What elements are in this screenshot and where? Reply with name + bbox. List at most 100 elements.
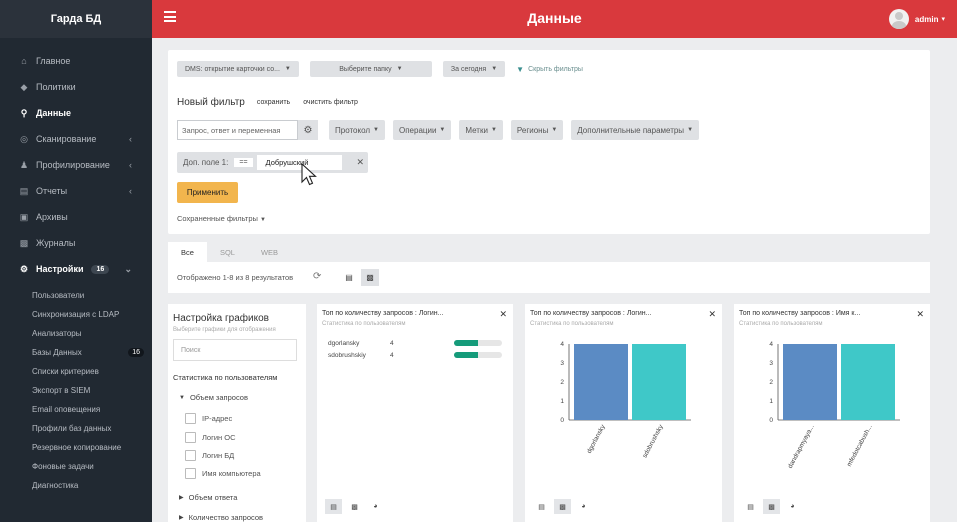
table-row: dgorlansky 4 — [328, 337, 502, 349]
x-tick-label: sdobrushsky — [641, 423, 665, 459]
operations-dropdown[interactable]: Операции ▼ — [392, 120, 452, 140]
sidebar-item-policies[interactable]: ◆ Политики — [0, 74, 152, 100]
user-cell: sdobrushskiy — [328, 351, 366, 359]
period-select[interactable]: За сегодня ▼ — [442, 61, 506, 77]
checkbox-db-login[interactable]: Логин БД — [185, 450, 234, 461]
submenu-item-siem[interactable]: Экспорт в SIEM — [0, 381, 152, 400]
submenu-item-diagnostics[interactable]: Диагностика — [0, 476, 152, 495]
chart-settings-panel: Настройка графиков Выберите графики для … — [168, 304, 306, 522]
gear-icon[interactable]: ⚙ — [298, 120, 318, 140]
checkbox-box[interactable] — [185, 468, 196, 479]
sidebar-item-home[interactable]: ⌂ Главное — [0, 48, 152, 74]
card-select[interactable]: DMS: открытие карточки со... ▼ — [177, 61, 299, 77]
operator-select[interactable]: == — [234, 158, 253, 167]
table-view-icon[interactable]: ▤ — [533, 499, 550, 514]
close-icon[interactable]: ✕ — [499, 309, 507, 320]
settings-submenu: Пользователи Синхронизация с LDAP Анализ… — [0, 286, 152, 495]
progress-bar — [454, 340, 502, 346]
checkbox-box[interactable] — [185, 450, 196, 461]
count-cell: 4 — [390, 339, 394, 347]
tree-item-request-count[interactable]: ▶ Количество запросов — [179, 513, 263, 522]
filter-panel: DMS: открытие карточки со... ▼ Выберите п… — [168, 50, 930, 234]
bar-chart-icon[interactable]: ▩ — [763, 499, 780, 514]
pie-chart-icon[interactable]: ◕ — [575, 499, 592, 514]
submenu-item-email[interactable]: Email оповещения — [0, 400, 152, 419]
card-view-switch: ▤ ▩ ◕ — [533, 499, 596, 514]
submenu-item-analyzers[interactable]: Анализаторы — [0, 324, 152, 343]
archive-icon: ▣ — [19, 211, 29, 222]
caret-right-icon: ▶ — [179, 495, 184, 501]
chart-card: Топ по количеству запросов : Имя к... Ст… — [734, 304, 930, 522]
protocol-dropdown[interactable]: Протокол ▼ — [329, 120, 385, 140]
progress-fill — [454, 352, 478, 358]
saved-filters-dropdown[interactable]: Сохраненные фильтры ▼ — [177, 214, 266, 223]
saved-filters-label: Сохраненные фильтры — [177, 214, 258, 223]
home-icon: ⌂ — [21, 56, 27, 66]
sidebar-item-data[interactable]: ⚲ Данные — [0, 100, 152, 126]
checkbox-ip[interactable]: IP-адрес — [185, 413, 232, 424]
submenu-item-backup[interactable]: Резервное копирование — [0, 438, 152, 457]
checkbox-label: Логин БД — [202, 451, 235, 460]
brand-logo[interactable]: Гарда БД — [0, 0, 152, 38]
submenu-item-db-profiles[interactable]: Профили баз данных — [0, 419, 152, 438]
tab-sql[interactable]: SQL — [207, 242, 248, 262]
chevron-left-icon: ‹ — [129, 186, 132, 196]
sidebar-item-label: Настройки — [36, 264, 84, 274]
checkbox-computer-name[interactable]: Имя компьютера — [185, 468, 261, 479]
target-icon: ◎ — [20, 133, 28, 144]
sidebar-item-archives[interactable]: ▣ Архивы — [0, 204, 152, 230]
regions-dropdown[interactable]: Регионы ▼ — [510, 120, 564, 140]
pie-chart-icon[interactable]: ◕ — [367, 499, 384, 514]
tab-web[interactable]: WEB — [248, 242, 291, 262]
clear-filter-link[interactable]: очистить фильтр — [303, 99, 358, 106]
submenu-item-users[interactable]: Пользователи — [0, 286, 152, 305]
x-tick-label: dgorlansky — [586, 423, 607, 455]
topbar: Данные admin ▾ — [152, 0, 957, 38]
bar-chart-icon[interactable]: ▩ — [554, 499, 571, 514]
sidebar-item-reports[interactable]: ▤ Отчеты ‹ — [0, 178, 152, 204]
x-tick-label: dandrapmyaya... — [787, 423, 816, 469]
tags-dropdown[interactable]: Метки ▼ — [459, 120, 503, 140]
close-icon[interactable]: ✕ — [708, 309, 716, 320]
user-menu[interactable]: admin ▾ — [888, 9, 945, 29]
sidebar-item-scanning[interactable]: ◎ Сканирование ‹ — [0, 126, 152, 152]
submenu-item-criteria[interactable]: Списки критериев — [0, 362, 152, 381]
apply-button[interactable]: Применить — [177, 182, 238, 203]
sidebar-item-profiling[interactable]: ♟ Профилирование ‹ — [0, 152, 152, 178]
sidebar-item-journals[interactable]: ▩ Журналы — [0, 230, 152, 256]
checkbox-box[interactable] — [185, 432, 196, 443]
folder-select[interactable]: Выберите папку ▼ — [309, 61, 432, 77]
count-cell: 4 — [390, 351, 394, 359]
close-icon[interactable]: ✕ — [356, 157, 364, 168]
chart-icon: ▤ — [19, 185, 29, 196]
table-view-icon[interactable]: ▤ — [340, 269, 358, 286]
checkbox-box[interactable] — [185, 413, 196, 424]
sidebar-item-settings[interactable]: ⚙ Настройки 16 ⌄ — [0, 256, 152, 282]
table-view-icon[interactable]: ▤ — [742, 499, 759, 514]
table-view-icon[interactable]: ▤ — [325, 499, 342, 514]
x-tick-label: mfedotcabush... — [846, 423, 874, 467]
tree-item-response-volume[interactable]: ▶ Объем ответа — [179, 493, 237, 502]
checkbox-os-login[interactable]: Логин ОС — [185, 432, 236, 443]
submenu-item-databases[interactable]: Базы Данных 16 — [0, 343, 152, 362]
save-filter-link[interactable]: сохранить — [257, 99, 290, 106]
bar — [574, 344, 628, 420]
close-icon[interactable]: ✕ — [916, 309, 924, 320]
submenu-item-background-tasks[interactable]: Фоновые задачи — [0, 457, 152, 476]
hide-filters-link[interactable]: ▼ Скрыть фильтры — [516, 65, 583, 74]
tab-all[interactable]: Все — [168, 242, 207, 262]
refresh-icon[interactable]: ⟳ — [313, 271, 321, 282]
tree-item-request-volume[interactable]: ▼ Объем запросов — [179, 393, 248, 402]
bar-chart-icon[interactable]: ▩ — [346, 499, 363, 514]
sidebar-item-label: Профилирование — [36, 160, 110, 170]
result-tabs: Все SQL WEB — [168, 242, 291, 262]
stats-table: dgorlansky 4 sdobrushskiy 4 — [328, 337, 502, 361]
chart-view-icon[interactable]: ▩ — [361, 269, 379, 286]
query-search-input[interactable]: Запрос, ответ и переменная — [177, 120, 298, 140]
submenu-item-ldap[interactable]: Синхронизация с LDAP — [0, 305, 152, 324]
extra-params-dropdown[interactable]: Дополнительные параметры ▼ — [571, 120, 700, 140]
pie-chart-icon[interactable]: ◕ — [784, 499, 801, 514]
dropdown-label: Дополнительные параметры — [577, 125, 685, 135]
dropdown-label: Протокол — [335, 125, 371, 135]
chart-search-input[interactable]: Поиск — [173, 339, 297, 361]
